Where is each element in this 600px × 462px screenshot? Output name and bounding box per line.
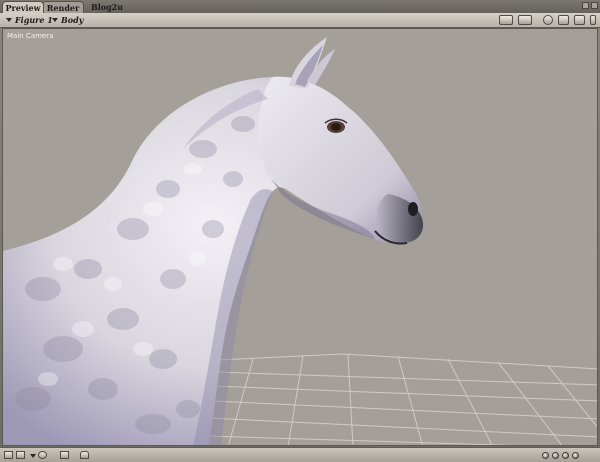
- figure-icon[interactable]: [80, 451, 89, 459]
- document-icon[interactable]: [16, 451, 25, 459]
- rotate-icon[interactable]: [574, 15, 585, 25]
- view-dot-2[interactable]: [552, 452, 559, 459]
- link-icon[interactable]: [60, 451, 69, 459]
- horse-render: [3, 37, 597, 445]
- chevron-down-icon: [52, 18, 58, 22]
- body-part-selector[interactable]: Body: [52, 14, 83, 26]
- tab-render[interactable]: Render: [42, 1, 84, 13]
- sphere-icon[interactable]: [38, 451, 47, 459]
- move-icon[interactable]: [558, 15, 569, 25]
- body-part-selector-label: Body: [61, 15, 84, 25]
- tab-blog2u[interactable]: Blog2u: [86, 1, 128, 13]
- 3d-viewport[interactable]: Main Camera: [2, 28, 598, 446]
- bottom-toolbar: [0, 447, 600, 462]
- figure-selector[interactable]: Figure 1: [6, 14, 53, 26]
- tab-preview[interactable]: Preview: [2, 1, 44, 13]
- view-dot-1[interactable]: [542, 452, 549, 459]
- display-mode-icon[interactable]: [499, 15, 513, 25]
- camera-label[interactable]: Main Camera: [7, 32, 53, 40]
- header-toolbar: [499, 14, 596, 26]
- view-dot-3[interactable]: [562, 452, 569, 459]
- minimize-icon[interactable]: [582, 2, 589, 9]
- viewport-header: Figure 1 Body: [0, 13, 600, 28]
- chevron-down-icon[interactable]: [30, 454, 36, 458]
- chevron-down-icon: [6, 18, 12, 22]
- floor-grid: [206, 353, 597, 445]
- figure-selector-label: Figure 1: [15, 15, 53, 25]
- render-style-icon[interactable]: [543, 15, 553, 25]
- layers-icon[interactable]: [518, 15, 532, 25]
- light-icon[interactable]: [590, 15, 596, 25]
- frame-icon[interactable]: [4, 451, 13, 459]
- tab-bar: Preview Render Blog2u: [0, 0, 600, 13]
- view-dot-4[interactable]: [572, 452, 579, 459]
- close-icon[interactable]: [591, 2, 598, 9]
- app-window: Preview Render Blog2u Figure 1 Body Main…: [0, 0, 600, 462]
- window-controls: [582, 2, 598, 9]
